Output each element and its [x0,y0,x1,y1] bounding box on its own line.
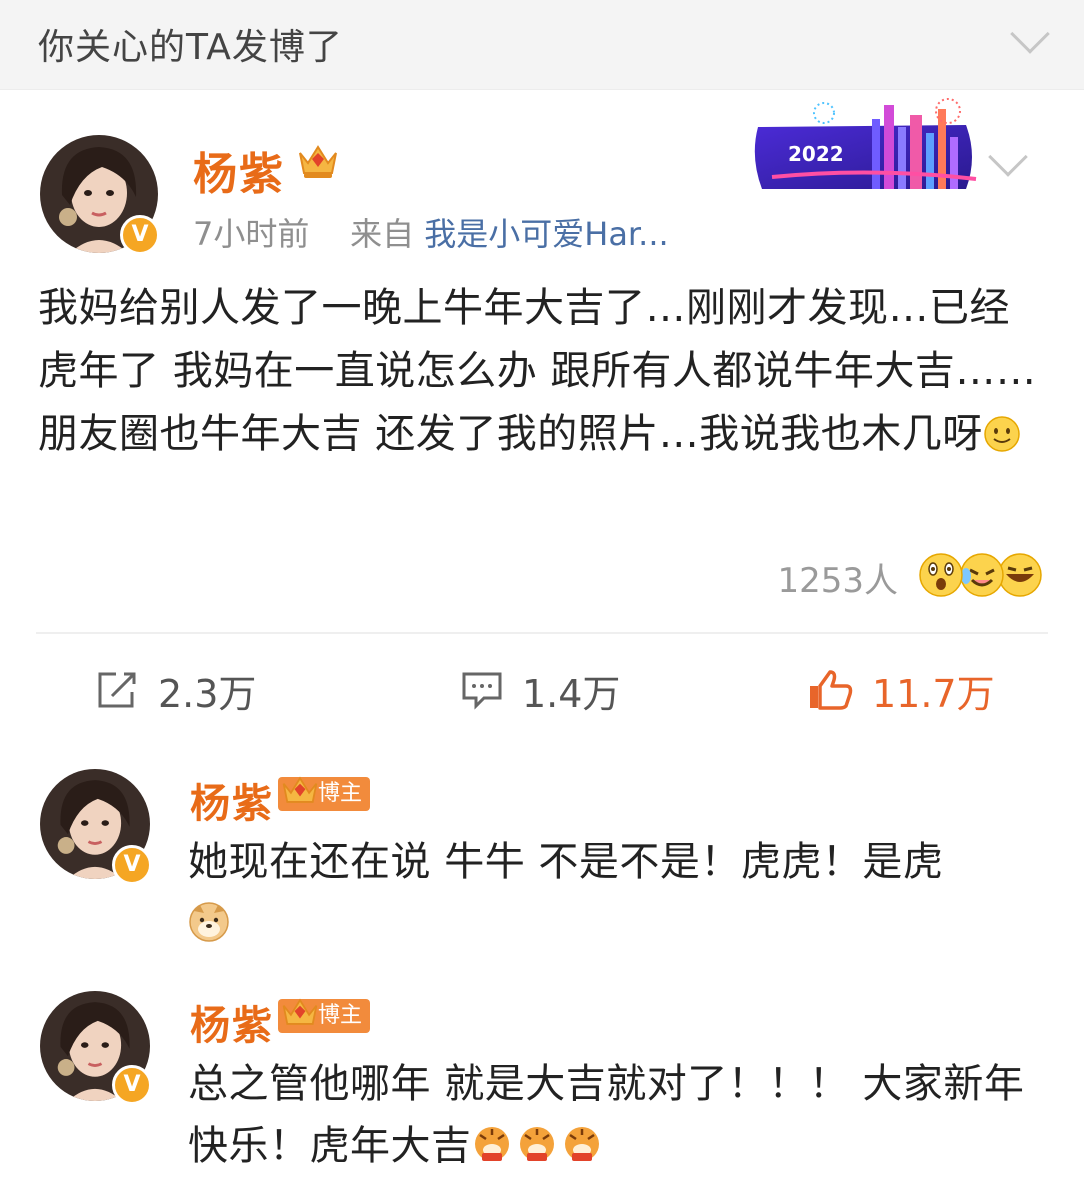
notification-bar[interactable]: 你关心的TA发博了 [0,0,1084,90]
new-year-2022-banner: 2022 [754,98,977,189]
smile-emoji-icon [983,416,1020,452]
comment-text: 她现在还在说 牛牛 不是不是！虎虎！是虎 [188,831,1038,955]
comment-icon [462,672,502,710]
post-text: 我妈给别人发了一晚上牛年大吉了…刚刚才发现…已经虎年了 我妈在一直说怎么办 跟所… [38,285,1037,457]
source-link[interactable]: 我是小可爱Har... [424,215,668,253]
notification-title: 你关心的TA发博了 [38,27,343,68]
post-body: 我妈给别人发了一晚上牛年大吉了…刚刚才发现…已经虎年了 我妈在一直说怎么办 跟所… [38,277,1048,466]
comment-item: V 杨紫 博主 总之管他哪年 就是大吉就对了！！！ 大家新年快乐！虎年大吉 [0,957,1084,1192]
comment-author[interactable]: 杨紫 [190,993,274,1051]
like-button[interactable]: 11.7万 [806,668,995,716]
tiger-emoji-icon [474,1127,599,1161]
weibo-post: V 杨紫 7小时前 来自 我是小可爱Har... 2022 我妈给别人发了一晚上… [0,91,1084,741]
doge-emoji-icon [189,902,229,942]
comment-text-content: 她现在还在说 牛牛 不是不是！虎虎！是虎 [188,839,944,885]
comment-count: 1.4万 [522,671,621,716]
post-time: 7小时前 [193,215,310,253]
author-name[interactable]: 杨紫 [193,138,285,202]
comment-text: 总之管他哪年 就是大吉就对了！！！ 大家新年快乐！虎年大吉 [188,1053,1038,1177]
post-meta: 7小时前 来自 我是小可爱Har... [193,209,669,255]
reaction-emojis-icon[interactable] [916,550,1046,600]
source-prefix: 来自 [350,215,415,253]
verified-badge-icon: V [112,1065,152,1105]
blogger-badge-label: 博主 [318,1003,363,1028]
divider [36,632,1048,634]
svg-text:2022: 2022 [788,142,844,166]
chevron-down-icon[interactable] [988,137,1028,177]
comment-button[interactable]: 1.4万 [460,668,620,716]
comment-item: V 杨紫 博主 她现在还在说 牛牛 不是不是！虎虎！是虎 [0,741,1084,957]
comment-author[interactable]: 杨紫 [190,771,274,829]
reaction-count[interactable]: 1253人 [777,553,898,602]
verified-badge-icon: V [112,845,152,885]
crown-icon [282,776,318,803]
repost-button[interactable]: 2.3万 [96,668,256,716]
like-count: 11.7万 [872,671,995,716]
repost-count: 2.3万 [158,671,257,716]
repost-icon [98,672,136,708]
verified-badge-icon: V [120,215,160,255]
blogger-badge-label: 博主 [318,781,363,806]
chevron-down-icon[interactable] [1010,14,1050,54]
crown-icon [282,998,318,1025]
thumbs-up-icon [810,670,853,710]
crown-icon [299,145,337,178]
comment-text-content: 总之管他哪年 就是大吉就对了！！！ 大家新年快乐！虎年大吉 [188,1061,1025,1169]
